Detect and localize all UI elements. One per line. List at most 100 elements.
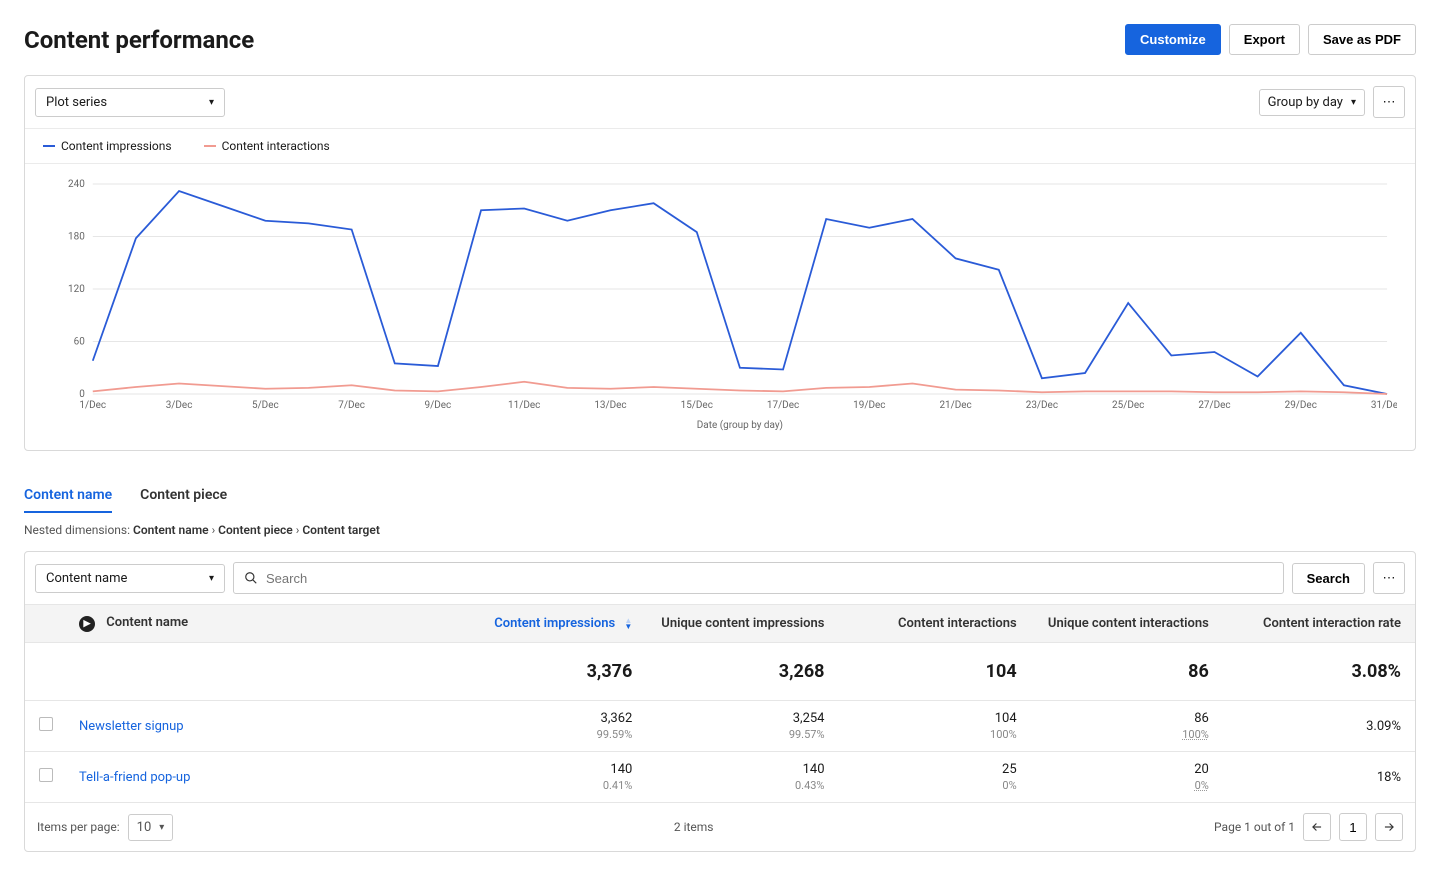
next-page-button[interactable]: [1375, 813, 1403, 841]
items-count: 2 items: [674, 820, 714, 834]
search-icon: [244, 571, 258, 585]
cell-impressions: 1400.41%: [454, 752, 646, 803]
cell-unique-impressions: 1400.43%: [646, 752, 838, 803]
items-per-page-label: Items per page:: [37, 820, 120, 834]
table-panel: Content name ▾ Search ⋯ ▶ Content name: [24, 551, 1416, 852]
row-checkbox-cell: [25, 701, 65, 752]
cell-unique-impressions: 3,25499.57%: [646, 701, 838, 752]
legend-swatch-icon: [43, 145, 55, 147]
more-horizontal-icon: ⋯: [1383, 95, 1396, 110]
svg-text:1/Dec: 1/Dec: [79, 400, 106, 411]
chart-panel: Plot series ▾ Group by day ▾ ⋯ Content i…: [24, 75, 1416, 451]
total-unique-impressions: 3,268: [646, 643, 838, 701]
svg-text:60: 60: [74, 336, 86, 347]
col-header-unique-impressions[interactable]: Unique content impressions: [646, 605, 838, 643]
tab-content-piece[interactable]: Content piece: [140, 479, 227, 513]
col-header-impressions[interactable]: Content impressions ▲▼: [454, 605, 646, 643]
breadcrumb-item[interactable]: Content target: [302, 523, 380, 537]
svg-text:9/Dec: 9/Dec: [425, 400, 452, 411]
page-title: Content performance: [24, 26, 254, 54]
breadcrumb-prefix: Nested dimensions:: [24, 523, 130, 537]
col-header-name[interactable]: ▶ Content name: [65, 605, 454, 643]
totals-row: 3,376 3,268 104 86 3.08%: [25, 643, 1415, 701]
sort-icon: ▲▼: [624, 618, 632, 630]
chevron-down-icon: ▾: [1351, 97, 1356, 108]
col-header-unique-interactions[interactable]: Unique content interactions: [1031, 605, 1223, 643]
table-tabs: Content name Content piece: [24, 479, 1416, 513]
line-chart: 0601201802401/Dec3/Dec5/Dec7/Dec9/Dec11/…: [43, 174, 1397, 434]
plot-series-label: Plot series: [46, 95, 107, 110]
col-header-interactions[interactable]: Content interactions: [839, 605, 1031, 643]
customize-button[interactable]: Customize: [1125, 24, 1221, 55]
plot-series-select[interactable]: Plot series ▾: [35, 88, 225, 117]
row-checkbox-cell: [25, 752, 65, 803]
arrow-left-icon: [1310, 820, 1324, 834]
more-horizontal-icon: ⋯: [1383, 571, 1396, 586]
tab-content-name[interactable]: Content name: [24, 479, 112, 513]
items-per-page-select[interactable]: 10 ▾: [128, 814, 174, 841]
search-input-wrap[interactable]: [233, 562, 1284, 594]
data-table: ▶ Content name Content impressions ▲▼ Un…: [25, 604, 1415, 802]
save-pdf-button[interactable]: Save as PDF: [1308, 24, 1416, 55]
chart-more-button[interactable]: ⋯: [1373, 86, 1405, 118]
page-info: Page 1 out of 1: [1214, 820, 1295, 834]
total-unique-interactions: 86: [1031, 643, 1223, 701]
cell-interactions: 250%: [839, 752, 1031, 803]
svg-text:27/Dec: 27/Dec: [1198, 400, 1230, 411]
svg-text:240: 240: [68, 179, 85, 190]
page-input[interactable]: [1339, 813, 1367, 841]
chevron-down-icon: ▾: [209, 573, 214, 584]
legend-swatch-icon: [204, 145, 216, 147]
svg-text:13/Dec: 13/Dec: [594, 400, 626, 411]
dimension-select[interactable]: Content name ▾: [35, 564, 225, 593]
play-icon: ▶: [79, 616, 95, 632]
svg-text:Date (group by day): Date (group by day): [697, 420, 783, 431]
export-button[interactable]: Export: [1229, 24, 1300, 55]
group-by-select[interactable]: Group by day ▾: [1259, 89, 1365, 116]
svg-text:21/Dec: 21/Dec: [939, 400, 971, 411]
chart-area: 0601201802401/Dec3/Dec5/Dec7/Dec9/Dec11/…: [25, 164, 1415, 450]
row-name-link[interactable]: Tell-a-friend pop-up: [79, 770, 190, 785]
table-more-button[interactable]: ⋯: [1373, 562, 1405, 594]
legend-item-impressions[interactable]: Content impressions: [43, 139, 172, 153]
page-header: Content performance Customize Export Sav…: [24, 24, 1416, 55]
items-per-page-value: 10: [137, 820, 152, 835]
breadcrumb-item[interactable]: Content name: [133, 523, 209, 537]
cell-interactions: 104100%: [839, 701, 1031, 752]
table-toolbar: Content name ▾ Search ⋯: [25, 552, 1415, 604]
cell-rate: 18%: [1223, 752, 1415, 803]
svg-text:25/Dec: 25/Dec: [1112, 400, 1144, 411]
search-input[interactable]: [266, 571, 1273, 586]
chevron-down-icon: ▾: [209, 97, 214, 108]
search-button[interactable]: Search: [1292, 563, 1365, 594]
dimension-select-label: Content name: [46, 571, 127, 586]
svg-text:17/Dec: 17/Dec: [767, 400, 799, 411]
row-checkbox[interactable]: [39, 717, 53, 731]
total-impressions: 3,376: [454, 643, 646, 701]
row-name-link[interactable]: Newsletter signup: [79, 719, 184, 734]
prev-page-button[interactable]: [1303, 813, 1331, 841]
row-checkbox[interactable]: [39, 768, 53, 782]
total-interactions: 104: [839, 643, 1031, 701]
svg-text:31/Dec: 31/Dec: [1371, 400, 1397, 411]
breadcrumb-item[interactable]: Content piece: [218, 523, 293, 537]
svg-text:15/Dec: 15/Dec: [681, 400, 713, 411]
col-header-label: Content name: [106, 615, 188, 630]
chart-legend: Content impressions Content interactions: [25, 129, 1415, 164]
table-row: Tell-a-friend pop-up 1400.41%1400.43%250%…: [25, 752, 1415, 803]
svg-text:19/Dec: 19/Dec: [853, 400, 885, 411]
col-header-checkbox: [25, 605, 65, 643]
col-header-rate[interactable]: Content interaction rate: [1223, 605, 1415, 643]
table-row: Newsletter signup 3,36299.59%3,25499.57%1…: [25, 701, 1415, 752]
svg-text:29/Dec: 29/Dec: [1285, 400, 1317, 411]
legend-label: Content interactions: [222, 139, 330, 153]
svg-text:11/Dec: 11/Dec: [508, 400, 540, 411]
svg-text:5/Dec: 5/Dec: [252, 400, 279, 411]
arrow-right-icon: [1382, 820, 1396, 834]
svg-text:3/Dec: 3/Dec: [166, 400, 193, 411]
header-buttons: Customize Export Save as PDF: [1125, 24, 1416, 55]
svg-text:0: 0: [79, 389, 85, 400]
legend-item-interactions[interactable]: Content interactions: [204, 139, 330, 153]
cell-unique-interactions: 200%: [1031, 752, 1223, 803]
cell-impressions: 3,36299.59%: [454, 701, 646, 752]
